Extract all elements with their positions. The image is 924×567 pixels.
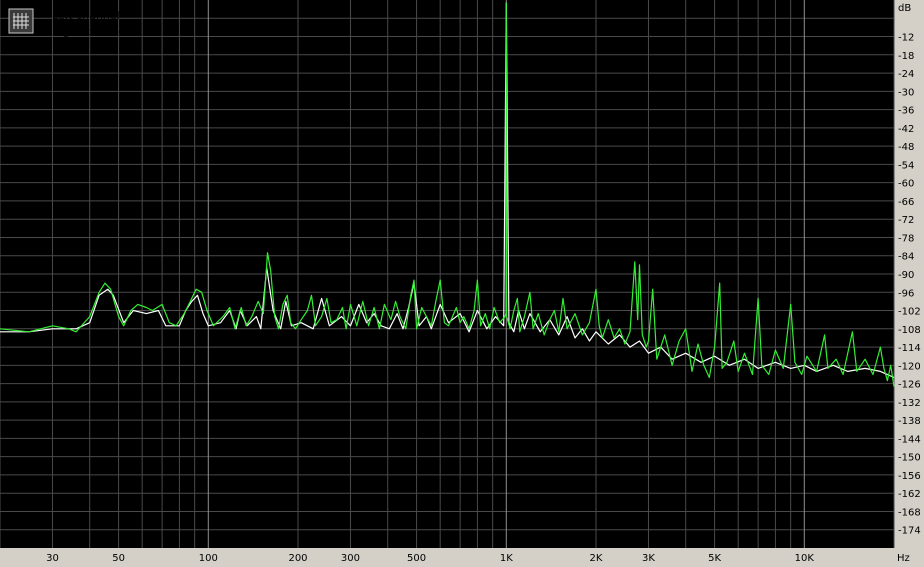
y-tick-label: -48	[898, 142, 914, 153]
y-tick-label: -66	[898, 197, 914, 208]
y-tick-labels: -12 -18 -24 -30 -36 -42 -48 -54 -60 -66 -72 -78 -84 -…	[898, 33, 921, 537]
y-tick-label: -42	[898, 124, 914, 135]
y-tick-label: -150	[898, 453, 921, 464]
x-tick-label: 100	[199, 553, 218, 564]
y-tick-label: -12	[898, 33, 914, 44]
y-tick-label: -90	[898, 270, 914, 281]
y-tick-label: -132	[898, 398, 921, 409]
y-tick-label: -18	[898, 51, 914, 62]
y-tick-label: -138	[898, 416, 921, 427]
y-tick-label: -30	[898, 87, 914, 98]
x-tick-label: 300	[341, 553, 360, 564]
spectrum-chart: Left channel Right channel dB -12 -18 -24-…	[0, 0, 924, 567]
y-tick-label: -24	[898, 69, 914, 80]
x-axis-unit: Hz	[897, 553, 910, 564]
x-tick-label: 200	[288, 553, 307, 564]
y-tick-label: -126	[898, 380, 921, 391]
y-tick-label: -168	[898, 507, 921, 518]
y-tick-label: -60	[898, 179, 914, 190]
x-tick-label: 3K	[642, 553, 655, 564]
x-tick-label: 50	[112, 553, 125, 564]
chart-svg: Left channel Right channel dB -12-18-24-…	[0, 0, 921, 564]
y-tick-label: -162	[898, 489, 921, 500]
y-tick-label: -144	[898, 434, 921, 445]
y-tick-label: -102	[898, 307, 921, 318]
x-tick-label: 30	[46, 553, 59, 564]
x-tick-label: 500	[407, 553, 426, 564]
y-tick-label: -84	[898, 252, 914, 263]
y-tick-label: -108	[898, 325, 921, 336]
y-tick-label: -120	[898, 361, 921, 372]
y-tick-label: -78	[898, 233, 914, 244]
y-tick-label: -174	[898, 526, 921, 537]
legend-left-channel: Left channel	[52, 9, 120, 22]
x-tick-label: 5K	[708, 553, 721, 564]
y-tick-label: -54	[898, 160, 914, 171]
y-tick-label: -156	[898, 471, 921, 482]
x-tick-label: 10K	[795, 553, 815, 564]
y-tick-label: -114	[898, 343, 921, 354]
legend-right-channel: Right channel	[52, 25, 128, 38]
y-tick-label: -72	[898, 215, 914, 226]
x-tick-labels: 30 50 100 200 300 500 1K 2K 3K 5K 10K	[46, 553, 814, 564]
y-tick-label: -36	[898, 106, 914, 117]
x-tick-label: 2K	[590, 553, 603, 564]
y-axis-unit: dB	[898, 3, 911, 14]
y-tick-label: -96	[898, 288, 914, 299]
x-tick-label: 1K	[500, 553, 513, 564]
